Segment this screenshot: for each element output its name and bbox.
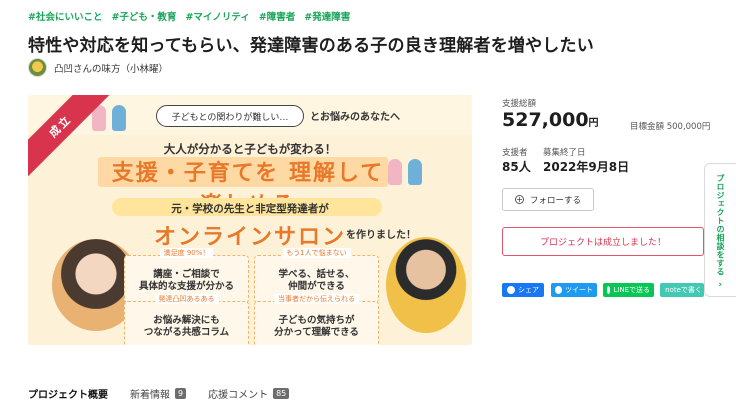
project-success-status: プロジェクトは成立しました！: [502, 227, 704, 256]
twitter-share-button[interactable]: ツイート: [551, 283, 597, 297]
goal-amount: 目標金額 500,000円: [630, 120, 710, 132]
tab-label: 応援コメント: [208, 390, 269, 401]
tab-comments[interactable]: 応援コメント 85: [208, 386, 290, 401]
project-tabs: プロジェクト概要 新着情報 9 応援コメント 85: [28, 386, 290, 401]
total-label: 支援総額: [502, 99, 537, 109]
feature-body: 講座・ご相談で 具体的な支援が分かる: [138, 269, 234, 293]
side-tab-label: プロジェクトの相談をする: [716, 174, 725, 276]
feature-body: 学べる、話せる、 仲間ができる: [278, 269, 355, 293]
tag-developmental-disability[interactable]: #発達障害: [304, 9, 350, 23]
owner-name[interactable]: 凸凹さんの味方（小林曜）: [54, 61, 168, 75]
happy-people-illustration: [382, 147, 432, 189]
twitter-icon: [555, 286, 562, 294]
speech-bubble: 子どもとの関わりが難しい…: [156, 105, 304, 127]
illustration-figure: [112, 105, 126, 131]
feature-badge: 満足度 90%！: [159, 248, 214, 258]
page-title: 特性や対応を知ってもらい、発達障害のある子の良き理解者を増やしたい: [28, 36, 594, 56]
follow-button[interactable]: + フォローする: [502, 188, 594, 211]
feature-badge: 当事者だから伝えられる: [274, 294, 359, 304]
plus-icon: +: [514, 194, 524, 204]
project-hero-image: 成立 子どもとの関わりが難しい… とお悩みのあなたへ 大人が分かると子どもが変わ…: [28, 95, 472, 345]
tab-updates[interactable]: 新着情報 9: [130, 386, 187, 401]
illustration-figure: [408, 159, 422, 185]
facebook-share-button[interactable]: シェア: [502, 283, 544, 297]
updates-count-badge: 9: [175, 388, 187, 399]
facebook-share-label: シェア: [518, 286, 539, 294]
chevron-right-icon: ›: [718, 280, 723, 290]
feature-badge: もう1人で悩まない: [282, 248, 351, 258]
line-share-label: LINEで送る: [613, 286, 650, 294]
feature-card: 発達凸凹あるある お悩み解決にも つながる共感コラム: [124, 294, 249, 345]
supporters-value: 85人: [502, 160, 531, 174]
tab-overview[interactable]: プロジェクト概要: [28, 386, 108, 401]
hero-bubble-caption: とお悩みのあなたへ: [310, 112, 400, 123]
line-share-button[interactable]: LINEで送る: [603, 283, 654, 297]
feature-badge: 発達凸凹あるある: [154, 294, 219, 304]
tab-label: プロジェクト概要: [28, 390, 108, 401]
goal-label: 目標金額: [630, 122, 665, 132]
total-unit: 円: [588, 118, 599, 129]
partner-photo: [386, 237, 466, 333]
illustration-figure: [388, 159, 402, 185]
twitter-share-label: ツイート: [565, 286, 593, 294]
tag-social-good[interactable]: #社会にいいこと: [28, 9, 102, 23]
consultation-side-tab[interactable]: プロジェクトの相談をする ›: [704, 163, 736, 297]
total-amount: 527,000円: [502, 109, 599, 131]
tag-minority[interactable]: #マイノリティ: [185, 9, 249, 23]
line-icon: [607, 286, 611, 294]
comments-count-badge: 85: [273, 388, 290, 399]
goal-value: 500,000円: [666, 122, 711, 132]
feature-card: 当事者だから伝えられる 子どもの気持ちが 分かって理解できる: [254, 294, 379, 345]
feature-body: 子どもの気持ちが 分かって理解できる: [274, 315, 359, 339]
end-date-value: 2022年9月8日: [543, 160, 630, 174]
follow-label: フォローする: [529, 195, 581, 206]
hero-headline: 支援・子育てを 理解して 楽しめる: [111, 161, 385, 218]
note-share-label: noteで書く: [665, 286, 702, 294]
tag-disability[interactable]: #障害者: [259, 9, 295, 23]
supporters-label: 支援者: [502, 148, 528, 158]
feature-body: お悩み解決にも つながる共感コラム: [143, 315, 230, 339]
tag-list: #社会にいいこと #子ども・教育 #マイノリティ #障害者 #発達障害: [28, 9, 350, 23]
project-owner[interactable]: 凸凹さんの味方（小林曜）: [28, 58, 168, 77]
tab-label: 新着情報: [130, 390, 170, 401]
facebook-icon: [507, 286, 515, 294]
hero-sub: 元・学校の先生と非定型発達者が: [171, 203, 329, 215]
end-date-label: 募集終了日: [543, 148, 586, 158]
total-value: 527,000: [502, 109, 589, 131]
hero-salon-suffix: を作りました！: [346, 230, 416, 241]
tag-education[interactable]: #子ども・教育: [111, 9, 176, 23]
avatar[interactable]: [28, 58, 47, 77]
note-share-button[interactable]: noteで書く: [660, 283, 704, 297]
